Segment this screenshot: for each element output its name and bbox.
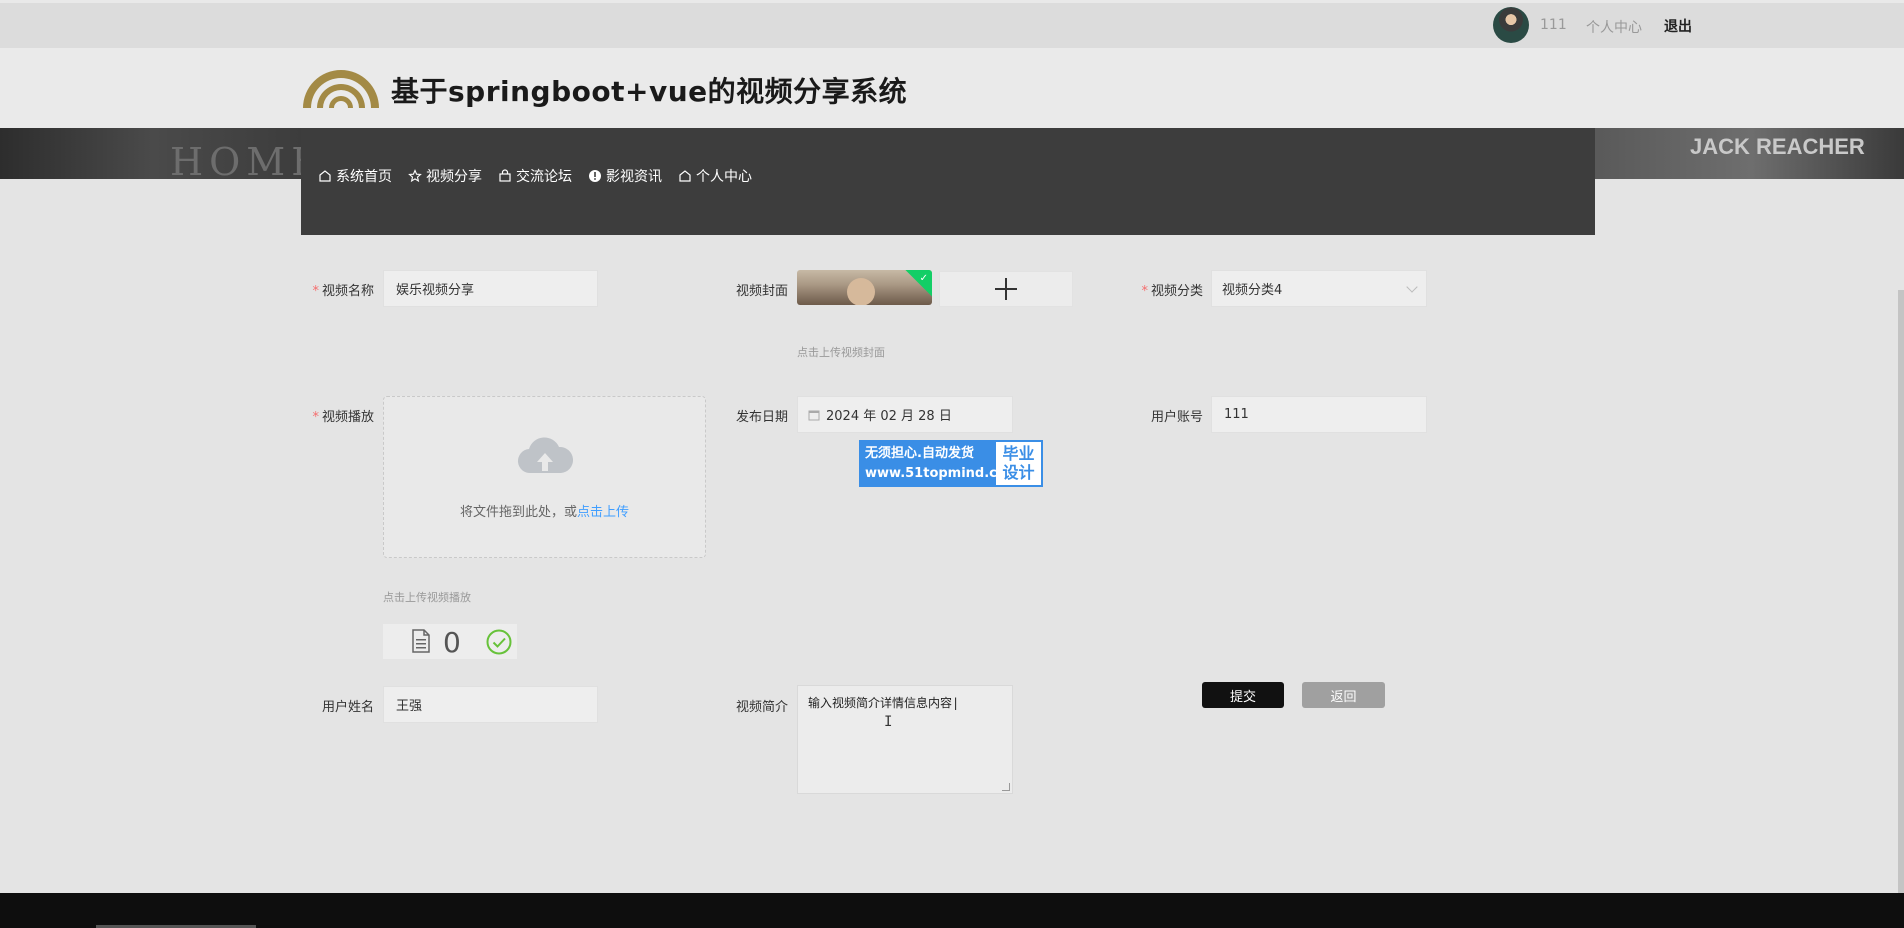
click-upload-link[interactable]: 点击上传: [577, 505, 629, 520]
nav-item-profile[interactable]: 个人中心: [678, 166, 752, 186]
text-cursor-icon: I: [884, 714, 893, 730]
nav-label: 视频分享: [426, 169, 482, 185]
publish-date-label: 发布日期: [735, 410, 788, 425]
nav-label: 交流论坛: [516, 169, 572, 185]
video-category-label: * 视频分类: [1141, 284, 1203, 299]
info-icon: [589, 170, 601, 182]
video-category-select[interactable]: 视频分类4: [1211, 270, 1427, 307]
cover-upload-tip: 点击上传视频封面: [797, 346, 885, 359]
star-icon: [408, 169, 422, 183]
back-button[interactable]: 返回: [1302, 682, 1385, 708]
user-name-label: 用户姓名: [321, 700, 374, 715]
publish-date-picker[interactable]: 2024 年 02 月 28 日: [797, 396, 1013, 433]
user-account-field[interactable]: [1222, 406, 1416, 423]
video-name-label: * 视频名称: [312, 284, 374, 299]
site-header: [0, 48, 1904, 128]
plus-icon: [995, 278, 1017, 300]
logout-link[interactable]: 退出: [1664, 16, 1692, 36]
bag-icon: [499, 169, 511, 182]
nav-item-forum[interactable]: 交流论坛: [498, 166, 572, 186]
watermark-right1: 毕业: [1002, 444, 1035, 463]
logo-icon: [303, 70, 379, 108]
document-icon: [412, 629, 430, 653]
success-check-icon: [486, 629, 512, 655]
nav-label: 系统首页: [336, 169, 392, 185]
video-intro-text: 输入视频简介详情信息内容|: [808, 696, 960, 710]
calendar-icon: [808, 410, 820, 420]
drag-text: 将文件拖到此处，或点击上传: [459, 505, 630, 520]
nav-label: 个人中心: [696, 169, 752, 185]
home-icon: [319, 170, 331, 182]
banner-right-text: JACK REACHER: [1690, 134, 1865, 159]
video-cover-thumbnail[interactable]: ✓: [797, 270, 932, 305]
footer: [0, 893, 1904, 928]
resize-handle-icon[interactable]: [1002, 783, 1010, 791]
watermark-right2: 设计: [1002, 463, 1035, 482]
chevron-down-icon: [1406, 281, 1418, 293]
video-intro-textarea[interactable]: 输入视频简介详情信息内容|: [797, 685, 1013, 794]
video-play-label: * 视频播放: [312, 410, 374, 425]
video-upload-dragger[interactable]: 将文件拖到此处，或点击上传: [383, 396, 706, 558]
cover-upload-button[interactable]: [939, 271, 1073, 307]
home-icon: [679, 170, 691, 182]
video-name-input[interactable]: [383, 270, 598, 307]
watermark-badge: 无须担心.自动发货 www.51topmind.com 毕业 设计: [859, 440, 1043, 487]
publish-date-value: 2024 年 02 月 28 日: [826, 409, 952, 424]
check-icon: ✓: [919, 273, 928, 284]
video-name-field[interactable]: [394, 280, 587, 297]
watermark-url: www.51topmind.com: [865, 466, 1020, 481]
watermark-line1: 无须担心.自动发货: [865, 446, 974, 461]
video-category-value: 视频分类4: [1222, 283, 1283, 298]
file-count: 0: [443, 626, 461, 659]
video-upload-tip: 点击上传视频播放: [383, 591, 471, 604]
nav-label: 影视资讯: [606, 169, 662, 185]
video-cover-label: 视频封面: [735, 284, 788, 299]
uploaded-file-item[interactable]: 0: [383, 624, 517, 659]
nav-item-home[interactable]: 系统首页: [318, 166, 392, 186]
user-name-input[interactable]: [383, 686, 598, 723]
submit-button[interactable]: 提交: [1202, 682, 1284, 708]
user-account-label: 用户账号: [1150, 410, 1203, 425]
nav-item-video-share[interactable]: 视频分享: [408, 166, 482, 186]
video-intro-label: 视频简介: [735, 700, 788, 715]
user-account-input[interactable]: [1211, 396, 1427, 433]
user-name-field[interactable]: [394, 696, 587, 713]
avatar[interactable]: [1493, 7, 1529, 43]
page-scrollbar[interactable]: [1898, 290, 1904, 893]
cloud-upload-icon: [518, 437, 573, 474]
nav-item-news[interactable]: 影视资讯: [588, 166, 662, 186]
main-nav: 系统首页 视频分享 交流论坛 影视资讯 个人中心: [318, 166, 752, 186]
site-title: 基于springboot+vue的视频分享系统: [391, 75, 908, 108]
profile-link[interactable]: 个人中心: [1586, 17, 1642, 37]
top-username: 111: [1540, 17, 1567, 33]
